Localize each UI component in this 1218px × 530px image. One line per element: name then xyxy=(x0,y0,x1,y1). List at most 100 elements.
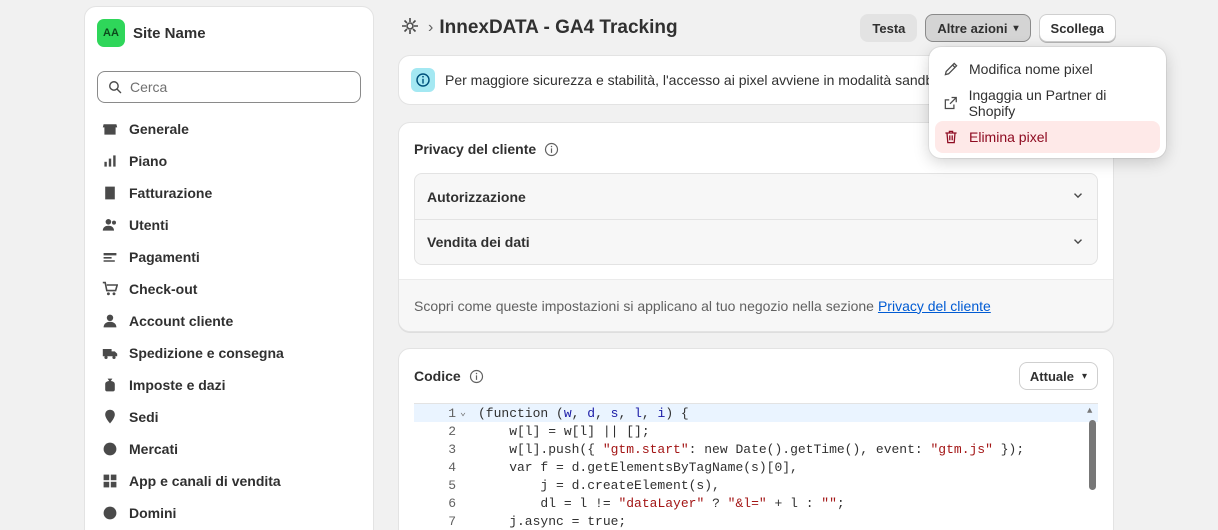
page-header: › InnexDATA - GA4 Tracking Testa Altre a… xyxy=(400,12,1116,44)
privacy-footer-text: Scopri come queste impostazioni si appli… xyxy=(414,297,874,314)
sidebar-item-pagamenti[interactable]: Pagamenti xyxy=(85,241,373,273)
help-icon[interactable] xyxy=(469,369,484,384)
header-actions: Testa Altre azioni ▾ Scollega xyxy=(860,14,1116,42)
code-line: 4 var f = d.getElementsByTagName(s)[0], xyxy=(414,458,1098,476)
sidebar-item-label: Mercati xyxy=(129,441,179,457)
breadcrumb-chevron-icon: › xyxy=(428,19,434,36)
trash-icon xyxy=(945,130,957,144)
code-line: 1 ⌄ (function (w, d, s, l, i) { xyxy=(414,404,1098,422)
editor-scrollbar[interactable]: ▲ xyxy=(1086,406,1098,530)
sidebar-item-label: Imposte e dazi xyxy=(129,377,226,393)
code-title-text: Codice xyxy=(414,368,461,384)
menu-item-label: Ingaggia un Partner di Shopify xyxy=(968,87,1107,119)
test-button[interactable]: Testa xyxy=(860,14,918,42)
line-number: 5 xyxy=(448,477,456,493)
code-line: 2 w[l] = w[l] || []; xyxy=(414,422,1098,440)
sidebar-item-fatturazione[interactable]: Fatturazione xyxy=(85,177,373,209)
store-icon xyxy=(101,120,119,138)
accordion-label: Autorizzazione xyxy=(427,188,526,205)
menu-item-delete-pixel[interactable]: Elimina pixel xyxy=(935,121,1160,153)
line-number: 4 xyxy=(448,459,456,475)
pencil-icon xyxy=(944,62,958,76)
chevron-down-icon: ▾ xyxy=(1013,22,1019,34)
sidebar-item-generale[interactable]: Generale xyxy=(85,113,373,145)
sidebar-item-spedizione[interactable]: Spedizione e consegna xyxy=(85,337,373,369)
sidebar-item-mercati[interactable]: Mercati xyxy=(85,433,373,465)
line-number: 3 xyxy=(448,441,456,457)
sidebar-item-check-out[interactable]: Check-out xyxy=(85,273,373,305)
sidebar-item-sedi[interactable]: Sedi xyxy=(85,401,373,433)
sidebar-item-utenti[interactable]: Utenti xyxy=(85,209,373,241)
accordion-autorizzazione[interactable]: Autorizzazione xyxy=(415,174,1097,219)
chart-bars-icon xyxy=(101,152,119,170)
sidebar-item-label: Check-out xyxy=(129,281,198,297)
location-pin-icon xyxy=(101,408,119,426)
info-icon xyxy=(411,68,435,92)
disconnect-button-label: Scollega xyxy=(1050,20,1104,36)
accordion-vendita-dati[interactable]: Vendita dei dati xyxy=(415,219,1097,264)
settings-sidebar: AA Site Name Generale Piano Fatturazione… xyxy=(84,6,374,530)
code-line: 7 j.async = true; xyxy=(414,512,1098,530)
more-actions-button[interactable]: Altre azioni ▾ xyxy=(925,14,1031,42)
sidebar-item-label: Fatturazione xyxy=(129,185,213,201)
sidebar-item-label: Utenti xyxy=(129,217,169,233)
code-editor[interactable]: 1 ⌄ (function (w, d, s, l, i) { 2 w[l] = w… xyxy=(414,403,1098,530)
menu-item-rename-pixel[interactable]: Modifica nome pixel xyxy=(935,53,1160,85)
globe-icon xyxy=(101,504,119,522)
chevron-down-icon xyxy=(1071,188,1085,205)
users-icon xyxy=(101,216,119,234)
sidebar-item-label: Account cliente xyxy=(129,313,234,329)
page-title: InnexDATA - GA4 Tracking xyxy=(439,17,678,38)
version-select[interactable]: Attuale ▾ xyxy=(1018,362,1098,390)
line-number: 1 xyxy=(448,405,456,421)
chevron-down-icon xyxy=(1071,234,1085,251)
store-switcher[interactable]: AA Site Name xyxy=(85,7,373,59)
sidebar-item-account-cliente[interactable]: Account cliente xyxy=(85,305,373,337)
more-actions-menu: Modifica nome pixel Ingaggia un Partner … xyxy=(929,47,1166,158)
sidebar-item-label: Generale xyxy=(129,121,189,137)
fold-icon[interactable]: ⌄ xyxy=(458,407,478,419)
store-name: Site Name xyxy=(133,24,206,42)
privacy-title-text: Privacy del cliente xyxy=(414,141,537,157)
code-title: Codice xyxy=(414,368,484,384)
sidebar-item-label: Spedizione e consegna xyxy=(129,345,284,361)
tax-bag-icon xyxy=(101,376,119,394)
dollar-receipt-icon xyxy=(101,184,119,202)
disconnect-button[interactable]: Scollega xyxy=(1038,14,1116,42)
menu-item-label: Modifica nome pixel xyxy=(969,61,1093,77)
version-select-value: Attuale xyxy=(1029,368,1074,384)
search-input[interactable] xyxy=(130,79,350,95)
scrollbar-thumb[interactable] xyxy=(1089,420,1096,490)
menu-item-hire-partner[interactable]: Ingaggia un Partner di Shopify xyxy=(935,87,1160,119)
apps-icon xyxy=(101,472,119,490)
privacy-accordion: Autorizzazione Vendita dei dati xyxy=(414,173,1098,265)
settings-nav: Generale Piano Fatturazione Utenti Pagam… xyxy=(85,113,373,529)
banner-text: Per maggiore sicurezza e stabilità, l'ac… xyxy=(445,72,952,88)
line-number: 6 xyxy=(448,495,456,511)
sidebar-item-piano[interactable]: Piano xyxy=(85,145,373,177)
chevron-down-icon: ▾ xyxy=(1081,370,1087,382)
help-icon[interactable] xyxy=(544,142,559,157)
code-line: 6 dl = l != "dataLayer" ? "&l=" + l : ""… xyxy=(414,494,1098,512)
line-number: 2 xyxy=(448,423,456,439)
payments-icon xyxy=(101,248,119,266)
search-box[interactable] xyxy=(97,71,361,103)
sidebar-item-app-canali[interactable]: App e canali di vendita xyxy=(85,465,373,497)
globe-icon xyxy=(101,440,119,458)
pixel-icon[interactable] xyxy=(400,16,420,41)
cart-icon xyxy=(101,280,119,298)
line-number: 7 xyxy=(448,513,456,529)
sidebar-item-label: App e canali di vendita xyxy=(129,473,281,489)
privacy-footer: Scopri come queste impostazioni si appli… xyxy=(399,279,1113,331)
code-line: 5 j = d.createElement(s), xyxy=(414,476,1098,494)
scroll-up-icon[interactable]: ▲ xyxy=(1087,406,1092,416)
sidebar-item-label: Pagamenti xyxy=(129,249,200,265)
more-actions-label: Altre azioni xyxy=(937,20,1008,36)
truck-icon xyxy=(101,344,119,362)
sidebar-item-imposte[interactable]: Imposte e dazi xyxy=(85,369,373,401)
sidebar-item-label: Piano xyxy=(129,153,168,169)
store-avatar: AA xyxy=(97,19,125,47)
sidebar-item-domini[interactable]: Domini xyxy=(85,497,373,529)
sidebar-item-label: Sedi xyxy=(129,409,159,425)
privacy-link[interactable]: Privacy del cliente xyxy=(878,298,991,314)
